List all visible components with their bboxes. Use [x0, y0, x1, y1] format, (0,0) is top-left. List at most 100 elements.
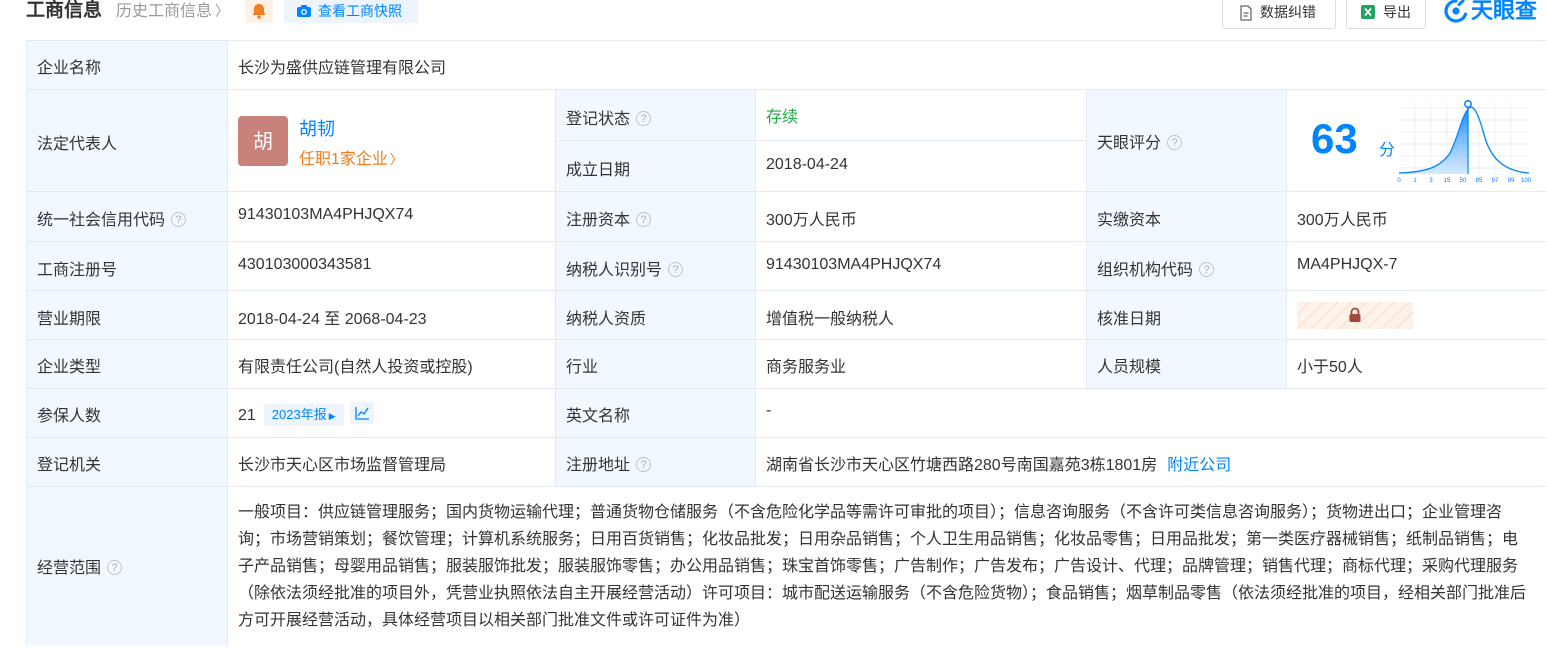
question-circle-icon[interactable]: ?	[636, 457, 652, 472]
annual-report-label: 2023年报	[271, 407, 327, 422]
value-en-name: -	[756, 389, 1546, 438]
label-authority: 登记机关	[27, 438, 228, 487]
trend-chart-button[interactable]	[349, 402, 374, 424]
value-address: 湖南省长沙市天心区竹塘西路280号南国嘉苑3栋1801房 附近公司	[756, 438, 1546, 487]
address-label: 注册地址	[566, 457, 631, 474]
scope-label: 经营范围	[37, 560, 102, 577]
tick-label: 97	[1492, 178, 1499, 184]
question-circle-icon[interactable]: ?	[636, 212, 652, 227]
logo-eye-icon	[1444, 0, 1468, 23]
value-org-code: MA4PHJQX-7	[1287, 242, 1546, 291]
question-circle-icon[interactable]: ?	[1167, 135, 1183, 150]
logo-text: 天眼查	[1471, 0, 1538, 23]
history-label: 历史工商信息	[116, 3, 213, 20]
value-credit-code: 91430103MA4PHJQX74	[228, 192, 556, 242]
doc-edit-icon	[1240, 5, 1252, 21]
tick-label: 15	[1444, 178, 1451, 184]
bell-button[interactable]	[245, 0, 273, 23]
credit-code-label: 统一社会信用代码	[37, 212, 166, 229]
value-scope: 一般项目：供应链管理服务；国内货物运输代理；普通货物仓储服务（不含危险化学品等需…	[228, 487, 1546, 645]
tick-label: 50	[1460, 178, 1467, 184]
tick-label: 85	[1476, 178, 1483, 184]
question-circle-icon[interactable]: ?	[171, 212, 187, 227]
tianyancha-logo: 天眼查	[1444, 0, 1547, 25]
question-circle-icon[interactable]: ?	[668, 262, 684, 277]
chevron-right-icon: 〉	[215, 3, 230, 19]
section-header: 工商信息 历史工商信息〉 查看工商快照 数据纠错 导出 天眼查	[0, 0, 1547, 29]
insured-count: 21	[238, 407, 256, 424]
data-fix-label: 数据纠错	[1260, 4, 1316, 20]
reg-status-label: 登记状态	[566, 111, 631, 128]
tick-label: 0	[1397, 178, 1401, 184]
score-distribution-chart: 0 1 3 15 50 85 97 99 100	[1397, 100, 1531, 184]
value-tax-qual: 增值税一般纳税人	[756, 291, 1087, 340]
locked-value-button[interactable]	[1297, 302, 1413, 329]
business-scope-text: 一般项目：供应链管理服务；国内货物运输代理；普通货物仓储服务（不含危险化学品等需…	[238, 504, 1527, 629]
label-staff: 人员规模	[1087, 340, 1287, 389]
label-term: 营业期限	[27, 291, 228, 340]
camera-icon	[297, 5, 311, 17]
org-code-label: 组织机构代码	[1097, 262, 1194, 279]
score-value: 63	[1311, 115, 1358, 162]
tick-label: 3	[1429, 178, 1433, 184]
data-fix-button[interactable]: 数据纠错	[1222, 0, 1336, 29]
chevron-right-icon: 〉	[389, 152, 403, 167]
value-legal-rep: 胡 胡韧 任职1家企业〉	[228, 90, 556, 192]
tick-label: 1	[1413, 178, 1417, 184]
snapshot-label: 查看工商快照	[318, 3, 402, 19]
bell-icon	[252, 4, 266, 19]
label-reg-status: 登记状态?	[556, 90, 756, 141]
tick-label: 100	[1521, 178, 1531, 184]
label-score: 天眼评分?	[1087, 90, 1287, 192]
value-company-type: 有限责任公司(自然人投资或控股)	[228, 340, 556, 389]
export-button[interactable]: 导出	[1346, 0, 1426, 29]
export-label: 导出	[1383, 4, 1411, 20]
label-tax-qual: 纳税人资质	[556, 291, 756, 340]
value-reg-status: 存续	[756, 90, 1087, 141]
value-approve-date	[1287, 291, 1546, 340]
label-company-type: 企业类型	[27, 340, 228, 389]
value-found-date: 2018-04-24	[756, 141, 1087, 192]
address-text: 湖南省长沙市天心区竹塘西路280号南国嘉苑3栋1801房	[766, 457, 1158, 474]
label-approve-date: 核准日期	[1087, 291, 1287, 340]
lock-icon	[1349, 307, 1361, 322]
avatar: 胡	[238, 116, 288, 166]
rep-jobs-link[interactable]: 任职1家企业〉	[299, 145, 403, 169]
label-address: 注册地址?	[556, 438, 756, 487]
annual-report-tag[interactable]: 2023年报 ▶	[263, 404, 344, 426]
caret-right-icon: ▶	[328, 411, 336, 421]
history-link[interactable]: 历史工商信息〉	[116, 0, 229, 24]
value-reg-no: 430103000343581	[228, 242, 556, 291]
trend-chart-icon	[354, 407, 369, 420]
label-insured: 参保人数	[27, 389, 228, 438]
label-found-date: 成立日期	[556, 141, 756, 192]
label-tax-id: 纳税人识别号?	[556, 242, 756, 291]
label-en-name: 英文名称	[556, 389, 756, 438]
value-company-name: 长沙为盛供应链管理有限公司	[228, 41, 1546, 90]
label-reg-no: 工商注册号	[27, 242, 228, 291]
legal-rep-name-link[interactable]: 胡韧	[299, 115, 335, 141]
nearby-companies-link[interactable]: 附近公司	[1167, 457, 1231, 474]
business-info-table: 企业名称 长沙为盛供应链管理有限公司 法定代表人 胡 胡韧 任职1家企业〉 登记…	[26, 40, 1546, 645]
value-authority: 长沙市天心区市场监督管理局	[228, 438, 556, 487]
reg-capital-label: 注册资本	[566, 212, 631, 229]
snapshot-button[interactable]: 查看工商快照	[284, 0, 418, 23]
excel-icon	[1361, 5, 1375, 19]
section-title: 工商信息	[26, 0, 103, 21]
value-score[interactable]: 63 分 0 1 3 15 50 85 97 99 100	[1287, 90, 1546, 192]
label-legal-rep: 法定代表人	[27, 90, 228, 192]
value-staff: 小于50人	[1287, 340, 1546, 389]
question-circle-icon[interactable]: ?	[107, 560, 123, 575]
status-badge: 存续	[766, 109, 799, 126]
question-circle-icon[interactable]: ?	[1199, 262, 1215, 277]
label-org-code: 组织机构代码?	[1087, 242, 1287, 291]
label-credit-code: 统一社会信用代码?	[27, 192, 228, 242]
question-circle-icon[interactable]: ?	[636, 111, 652, 126]
score-label: 天眼评分	[1097, 135, 1162, 152]
tax-id-label: 纳税人识别号	[566, 262, 663, 279]
value-reg-capital: 300万人民币	[756, 192, 1087, 242]
value-tax-id: 91430103MA4PHJQX74	[756, 242, 1087, 291]
label-reg-capital: 注册资本?	[556, 192, 756, 242]
label-paid-capital: 实缴资本	[1087, 192, 1287, 242]
value-term: 2018-04-24 至 2068-04-23	[228, 291, 556, 340]
